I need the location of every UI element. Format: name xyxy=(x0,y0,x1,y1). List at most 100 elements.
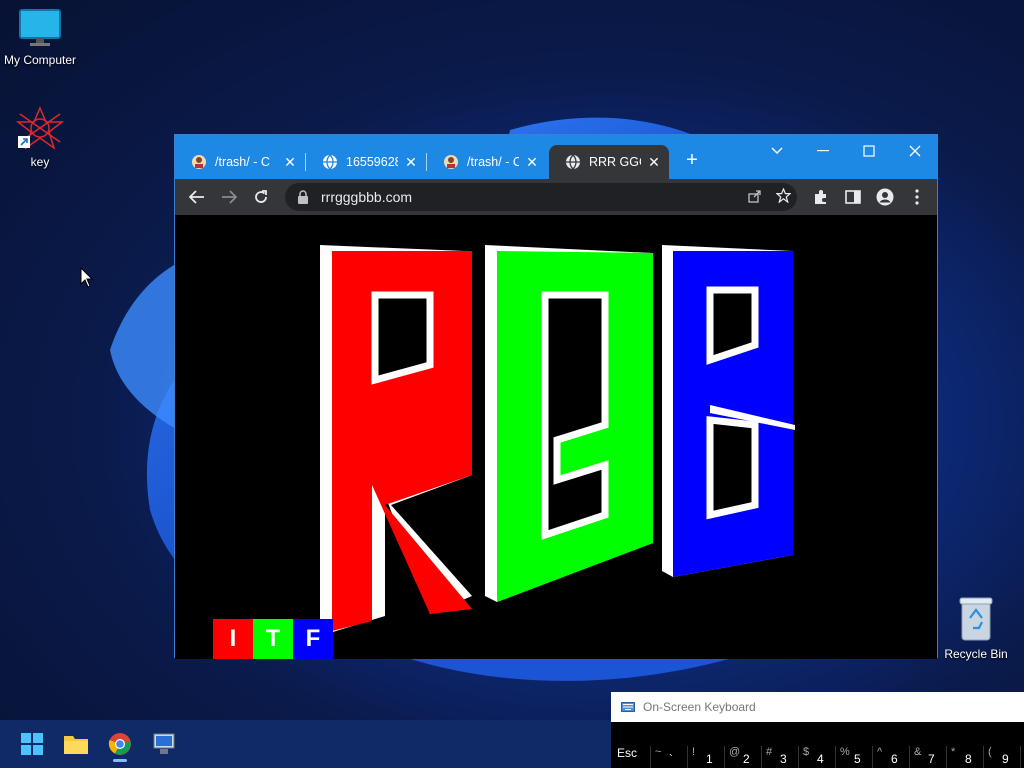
key-6[interactable]: ^ 6 xyxy=(873,746,910,768)
key-label: 3 xyxy=(780,752,787,766)
desktop-icon-label: My Computer xyxy=(3,53,77,67)
folder-icon xyxy=(64,736,88,754)
key-1[interactable]: ! 1 xyxy=(688,746,725,768)
share-icon[interactable] xyxy=(741,189,769,206)
on-screen-keyboard: On-Screen Keyboard Esc ~ ` ! 1 @2 #3 $4 % 5… xyxy=(611,692,1024,768)
key-label: ` xyxy=(669,752,673,766)
key-label: 1 xyxy=(706,752,713,766)
key-9[interactable]: (9 xyxy=(984,746,1021,768)
key-2[interactable]: @2 xyxy=(725,746,762,768)
url-text: rrrgggbbb.com xyxy=(321,189,413,205)
desktop-icon-key[interactable]: key xyxy=(0,106,80,169)
close-tab-icon[interactable]: ✕ xyxy=(283,154,297,171)
key-4[interactable]: $4 xyxy=(799,746,836,768)
close-tab-icon[interactable]: ✕ xyxy=(647,154,661,171)
tab-search-chevron-icon[interactable] xyxy=(761,139,793,163)
tab-trash-2[interactable]: /trash/ - C ✕ xyxy=(427,145,547,179)
letter-r-shape xyxy=(320,245,472,636)
badge-letter-f: F xyxy=(293,619,333,659)
key-label: 2 xyxy=(743,752,750,766)
key-backtick[interactable]: ~ ` xyxy=(651,746,688,768)
key-label: 6 xyxy=(891,752,898,766)
tab-title: /trash/ - C xyxy=(215,155,270,169)
favicon-icon xyxy=(192,155,206,169)
key-3[interactable]: #3 xyxy=(762,746,799,768)
tab-title: RRR GGG B xyxy=(589,155,641,169)
itf-badge: I T F xyxy=(213,619,333,659)
key-shortcut-icon xyxy=(15,106,65,150)
minimize-button[interactable] xyxy=(807,139,839,163)
key-8[interactable]: * 8 xyxy=(947,746,984,768)
key-label: 8 xyxy=(965,752,972,766)
chrome-taskbar-button[interactable] xyxy=(100,726,140,762)
desktop-icon-label: key xyxy=(30,155,50,169)
recycle-bin-icon xyxy=(959,597,993,641)
reload-button[interactable] xyxy=(249,185,273,209)
page-content: I T F xyxy=(175,215,937,659)
desktop-icon-label: Recycle Bin xyxy=(944,647,1008,661)
file-explorer-button[interactable] xyxy=(56,726,96,762)
key-shift-label: $ xyxy=(803,746,810,758)
key-shift-label: % xyxy=(840,746,850,758)
close-tab-icon[interactable]: ✕ xyxy=(404,154,418,171)
letter-b-shape xyxy=(662,245,795,577)
key-5[interactable]: % 5 xyxy=(836,746,873,768)
tab-title: 165596284 xyxy=(346,155,398,169)
key-shift-label: ( xyxy=(988,746,992,758)
tab-rrrgggbbb[interactable]: RRR GGG B ✕ xyxy=(549,145,669,179)
close-tab-icon[interactable]: ✕ xyxy=(525,154,539,171)
key-shift-label: ~ xyxy=(655,746,662,758)
tab-numbered[interactable]: 165596284 ✕ xyxy=(306,145,426,179)
badge-letter-t: T xyxy=(253,619,293,659)
key-7[interactable]: & 7 xyxy=(910,746,947,768)
desktop-icon-recycle-bin[interactable]: Recycle Bin xyxy=(936,596,1016,661)
badge-letter-i: I xyxy=(213,619,253,659)
mouse-cursor-icon xyxy=(80,267,94,288)
key-shift-label: # xyxy=(766,746,773,758)
globe-icon xyxy=(323,154,337,170)
back-button[interactable] xyxy=(185,185,209,209)
key-label: 7 xyxy=(928,752,935,766)
osk-title: On-Screen Keyboard xyxy=(643,700,756,714)
key-esc[interactable]: Esc xyxy=(611,746,651,768)
lock-icon xyxy=(298,190,308,204)
tab-title: /trash/ - C xyxy=(467,155,519,169)
key-label: 9 xyxy=(1002,752,1009,766)
osk-titlebar[interactable]: On-Screen Keyboard xyxy=(611,692,1024,722)
chrome-icon xyxy=(108,733,131,755)
globe-icon xyxy=(566,154,580,170)
desktop-icon-my-computer[interactable]: My Computer xyxy=(0,8,80,67)
keyboard-icon xyxy=(621,702,635,712)
key-shift-label: @ xyxy=(729,746,741,758)
rgb-logo xyxy=(320,245,795,636)
letter-g-shape xyxy=(485,245,653,602)
key-label: 4 xyxy=(817,752,824,766)
key-label: Esc xyxy=(617,746,638,760)
key-shift-label: ^ xyxy=(877,746,883,758)
tab-strip: /trash/ - C ✕ 165596284 ✕ /trash/ - C ✕ … xyxy=(175,135,937,179)
tab-trash-1[interactable]: /trash/ - C ✕ xyxy=(175,145,305,179)
computer-network-icon xyxy=(153,733,175,754)
osk-key-row: Esc ~ ` ! 1 @2 #3 $4 % 5 ^ 6 & 7 * 8 (9 xyxy=(611,746,1021,768)
maximize-button[interactable] xyxy=(853,139,885,163)
key-label: 5 xyxy=(854,752,861,766)
monitor-icon xyxy=(19,9,61,46)
profile-icon[interactable] xyxy=(873,185,897,209)
key-shift-label: * xyxy=(951,746,956,758)
windows-logo-icon xyxy=(21,733,43,755)
key-shift-label: & xyxy=(914,746,922,758)
forward-button[interactable] xyxy=(217,185,241,209)
address-bar[interactable]: rrrgggbbb.com xyxy=(285,183,797,211)
remote-desktop-button[interactable] xyxy=(144,726,184,762)
extensions-icon[interactable] xyxy=(809,185,833,209)
start-button[interactable] xyxy=(12,726,52,762)
browser-window: /trash/ - C ✕ 165596284 ✕ /trash/ - C ✕ … xyxy=(174,134,938,659)
favicon-icon xyxy=(444,155,458,169)
menu-kebab-icon[interactable] xyxy=(905,185,929,209)
side-panel-icon[interactable] xyxy=(841,185,865,209)
key-shift-label: ! xyxy=(692,746,696,758)
close-window-button[interactable] xyxy=(899,139,931,163)
browser-toolbar: rrrgggbbb.com xyxy=(175,179,937,215)
bookmark-star-icon[interactable] xyxy=(769,187,797,206)
new-tab-button[interactable]: + xyxy=(681,149,703,172)
